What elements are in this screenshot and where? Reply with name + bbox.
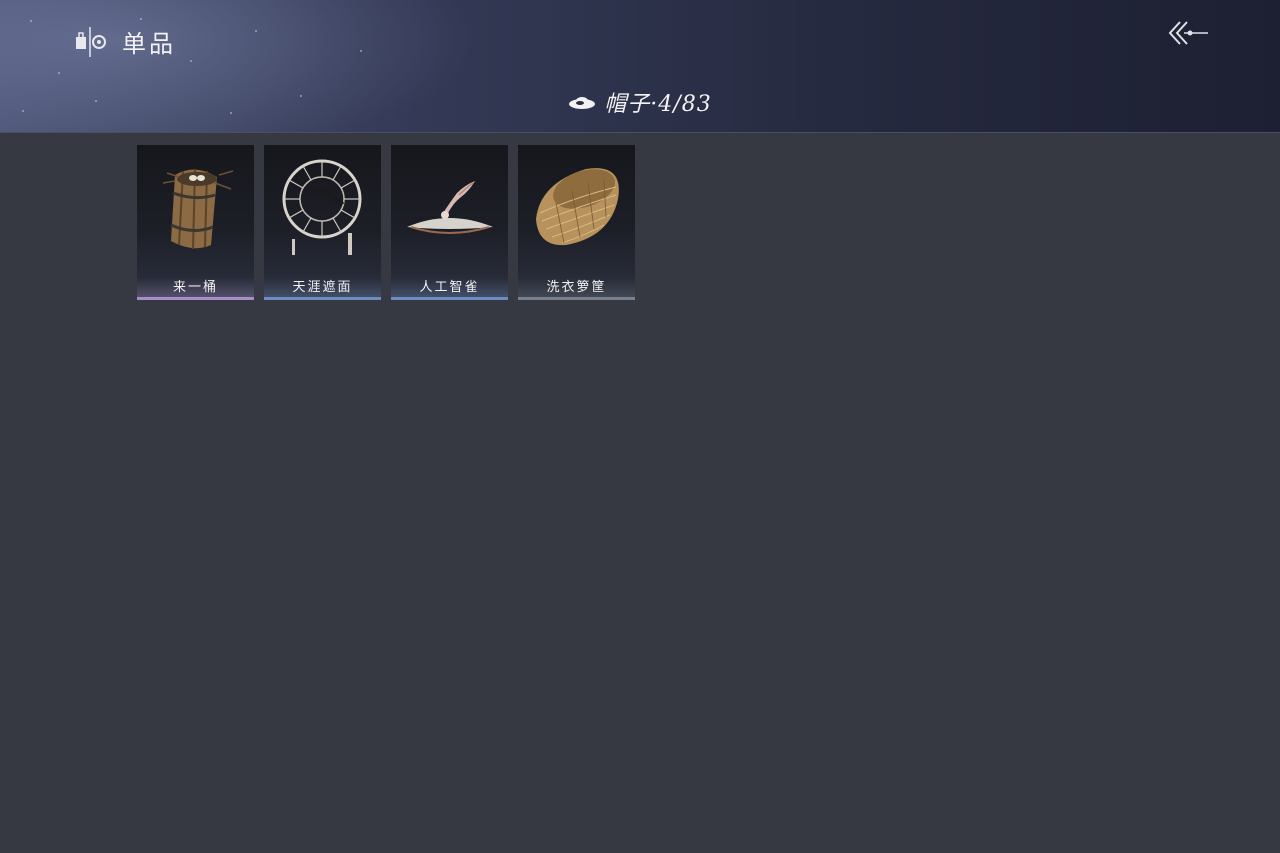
item-card[interactable]: 天涯遮面 [264,145,381,300]
bird-hat-icon [399,153,500,261]
category-label: 帽子·4/83 [604,92,712,117]
item-name: 天涯遮面 [292,280,353,295]
wardrobe-emblem-icon [74,25,108,59]
wooden-bucket-icon [145,153,246,261]
back-button[interactable] [1166,16,1210,52]
item-name: 洗衣箩筐 [546,280,607,295]
veiled-round-hat-icon [272,153,373,261]
item-card[interactable]: 来一桶 [137,145,254,300]
category-heading: 帽子·4/83 [0,86,1280,118]
back-arrow-icon [1166,16,1210,52]
item-card[interactable]: 人工智雀 [391,145,508,300]
item-name: 来一桶 [172,280,218,295]
item-card[interactable]: 洗衣箩筐 [518,145,635,300]
title-area: 单品 [74,24,176,59]
item-grid: 来一桶 天涯遮面 人工智雀 洗衣箩筐 [137,145,635,300]
item-name: 人工智雀 [419,280,480,295]
page-title: 单品 [122,30,176,58]
wicker-basket-icon [526,153,627,261]
hat-icon [568,94,596,110]
top-header: 单品 帽子·4/83 [0,0,1280,133]
